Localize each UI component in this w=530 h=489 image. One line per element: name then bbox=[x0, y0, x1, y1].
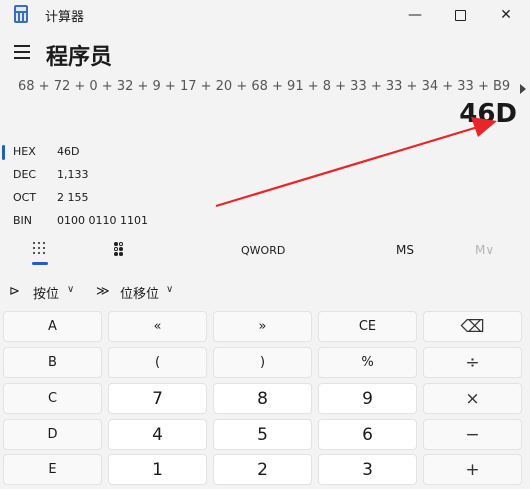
bitwise-dropdown[interactable]: 按位 bbox=[33, 283, 59, 302]
hamburger-icon[interactable] bbox=[14, 43, 32, 61]
radix-name: HEX bbox=[13, 145, 36, 158]
title-bar: 计算器 — ✕ bbox=[0, 0, 530, 30]
key-hex-e[interactable]: E bbox=[3, 454, 102, 485]
active-radix-indicator bbox=[2, 145, 5, 160]
key-8[interactable]: 8 bbox=[213, 383, 312, 414]
bit-operations-bar: ⊳ 按位 ∨ ≫ 位移位 ∨ bbox=[0, 281, 530, 303]
expression-display: 68 + 72 + 0 + 32 + 9 + 17 + 20 + 68 + 91… bbox=[18, 79, 518, 94]
key-open-paren[interactable]: ( bbox=[108, 347, 207, 378]
radix-name: DEC bbox=[13, 168, 37, 181]
calculator-app-icon bbox=[14, 5, 28, 23]
radix-bin-row[interactable]: BIN 0100 0110 1101 bbox=[0, 211, 300, 233]
maximize-button[interactable] bbox=[437, 0, 483, 30]
result-display: 46D bbox=[459, 99, 517, 129]
memory-store-button[interactable]: MS bbox=[396, 243, 414, 257]
word-size-button[interactable]: QWORD bbox=[241, 244, 285, 257]
active-tab-indicator bbox=[32, 262, 48, 265]
key-hex-c[interactable]: C bbox=[3, 383, 102, 414]
bit-toggling-keypad-icon[interactable] bbox=[112, 241, 126, 257]
radix-value: 2 155 bbox=[57, 191, 89, 204]
radix-value: 0100 0110 1101 bbox=[57, 214, 148, 227]
key-7[interactable]: 7 bbox=[108, 383, 207, 414]
key-hex-b[interactable]: B bbox=[3, 347, 102, 378]
close-icon: ✕ bbox=[500, 7, 512, 23]
key-5[interactable]: 5 bbox=[213, 419, 312, 450]
radix-dec-row[interactable]: DEC 1,133 bbox=[0, 165, 300, 187]
window-title: 计算器 bbox=[45, 10, 85, 25]
key-2[interactable]: 2 bbox=[213, 454, 312, 485]
bitwise-icon: ⊳ bbox=[9, 284, 20, 299]
key-6[interactable]: 6 bbox=[318, 419, 417, 450]
key-divide[interactable]: ÷ bbox=[423, 347, 522, 378]
key-hex-a[interactable]: A bbox=[3, 311, 102, 342]
chevron-down-icon[interactable]: ∨ bbox=[166, 284, 173, 295]
close-button[interactable]: ✕ bbox=[483, 0, 529, 30]
radix-value: 46D bbox=[57, 145, 80, 158]
scroll-right-icon[interactable] bbox=[512, 78, 530, 100]
key-3[interactable]: 3 bbox=[318, 454, 417, 485]
key-4[interactable]: 4 bbox=[108, 419, 207, 450]
full-keypad-icon[interactable] bbox=[31, 241, 49, 257]
minimize-button[interactable]: — bbox=[392, 0, 438, 30]
mode-title: 程序员 bbox=[46, 45, 113, 70]
bit-shift-dropdown[interactable]: 位移位 bbox=[120, 283, 159, 302]
maximize-icon bbox=[454, 9, 466, 21]
key-add[interactable]: + bbox=[423, 454, 522, 485]
backspace-icon[interactable]: ⌫ bbox=[423, 311, 522, 342]
key-right-shift[interactable]: » bbox=[213, 311, 312, 342]
key-clear-entry[interactable]: CE bbox=[318, 311, 417, 342]
chevron-down-icon[interactable]: ∨ bbox=[67, 284, 74, 295]
key-close-paren[interactable]: ) bbox=[213, 347, 312, 378]
radix-value: 1,133 bbox=[57, 168, 89, 181]
key-modulo[interactable]: % bbox=[318, 347, 417, 378]
minimize-icon: — bbox=[408, 7, 422, 23]
bit-shift-icon: ≫ bbox=[96, 284, 110, 299]
key-multiply[interactable]: × bbox=[423, 383, 522, 414]
memory-view-button[interactable]: M∨ bbox=[475, 243, 494, 257]
key-hex-d[interactable]: D bbox=[3, 419, 102, 450]
key-left-shift[interactable]: « bbox=[108, 311, 207, 342]
radix-name: OCT bbox=[13, 191, 37, 204]
keypad-tabs: QWORD MS M∨ bbox=[0, 236, 530, 266]
key-subtract[interactable]: − bbox=[423, 419, 522, 450]
key-9[interactable]: 9 bbox=[318, 383, 417, 414]
radix-hex-row[interactable]: HEX 46D bbox=[0, 142, 300, 164]
key-1[interactable]: 1 bbox=[108, 454, 207, 485]
radix-name: BIN bbox=[13, 214, 33, 227]
radix-oct-row[interactable]: OCT 2 155 bbox=[0, 188, 300, 210]
